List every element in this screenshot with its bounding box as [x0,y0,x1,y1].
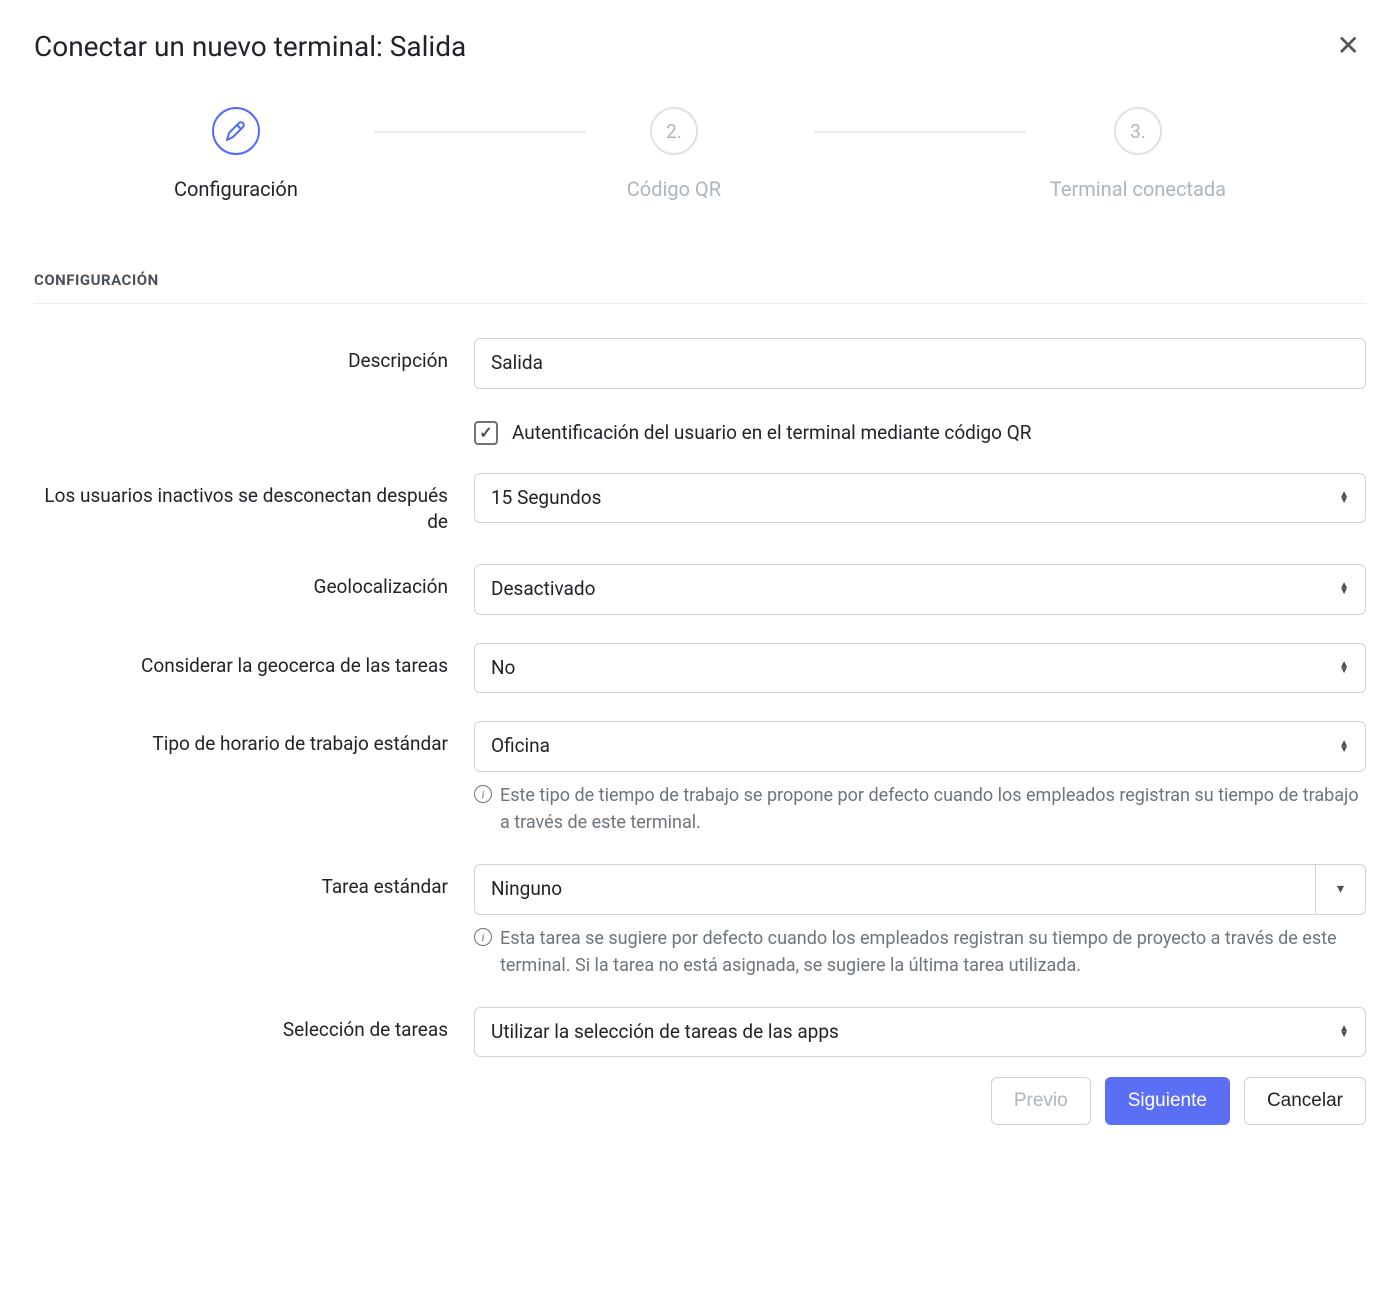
std-worktype-select[interactable]: Oficina ▲▼ [474,721,1366,772]
step-configuration[interactable]: Configuración [174,107,298,201]
std-task-help: Esta tarea se sugiere por defecto cuando… [500,925,1366,979]
std-worktype-help: Este tipo de tiempo de trabajo se propon… [500,782,1366,836]
std-worktype-value: Oficina [491,734,550,759]
inactivity-value: 15 Segundos [491,486,601,511]
step-label: Terminal conectada [1050,177,1226,201]
std-worktype-label: Tipo de horario de trabajo estándar [34,721,474,758]
select-arrows-icon: ▲▼ [1339,583,1349,595]
stepper-line [814,131,1026,133]
close-icon[interactable]: ✕ [1331,30,1366,62]
stepper-line [374,131,586,133]
select-arrows-icon: ▲▼ [1339,662,1349,674]
select-arrows-icon: ▲▼ [1339,1026,1349,1038]
std-task-label: Tarea estándar [34,864,474,901]
inactivity-select[interactable]: 15 Segundos ▲▼ [474,473,1366,524]
prev-button[interactable]: Previo [991,1077,1091,1125]
section-heading-configuration: CONFIGURACIÓN [34,271,1366,304]
geofence-value: No [491,656,515,681]
dialog-title: Conectar un nuevo terminal: Salida [34,30,466,63]
std-task-input[interactable] [474,864,1315,915]
pen-icon [212,107,260,155]
next-button[interactable]: Siguiente [1105,1077,1230,1125]
description-label: Descripción [34,338,474,375]
info-icon: i [474,785,492,803]
step-label: Código QR [627,177,721,201]
qr-auth-label: Autentificación del usuario en el termin… [512,421,1032,444]
stepper: Configuración 2. Código QR 3. Terminal c… [174,107,1226,201]
geolocation-label: Geolocalización [34,564,474,601]
geofence-label: Considerar la geocerca de las tareas [34,643,474,680]
step-number: 3. [1114,107,1162,155]
qr-auth-checkbox[interactable] [474,421,498,445]
qr-auth-spacer [34,417,474,427]
task-selection-select[interactable]: Utilizar la selección de tareas de las a… [474,1007,1366,1058]
description-input[interactable] [474,338,1366,389]
task-selection-label: Selección de tareas [34,1007,474,1044]
step-number: 2. [650,107,698,155]
step-terminal-connected[interactable]: 3. Terminal conectada [1050,107,1226,201]
step-qr-code[interactable]: 2. Código QR [627,107,721,201]
chevron-down-icon: ▾ [1337,881,1344,897]
task-selection-value: Utilizar la selección de tareas de las a… [491,1020,839,1045]
inactivity-label: Los usuarios inactivos se desconectan de… [34,473,474,536]
geofence-select[interactable]: No ▲▼ [474,643,1366,694]
geolocation-select[interactable]: Desactivado ▲▼ [474,564,1366,615]
std-task-dropdown-button[interactable]: ▾ [1315,864,1366,915]
select-arrows-icon: ▲▼ [1339,741,1349,753]
cancel-button[interactable]: Cancelar [1244,1077,1366,1125]
step-label: Configuración [174,177,298,201]
info-icon: i [474,928,492,946]
geolocation-value: Desactivado [491,577,595,602]
select-arrows-icon: ▲▼ [1339,492,1349,504]
